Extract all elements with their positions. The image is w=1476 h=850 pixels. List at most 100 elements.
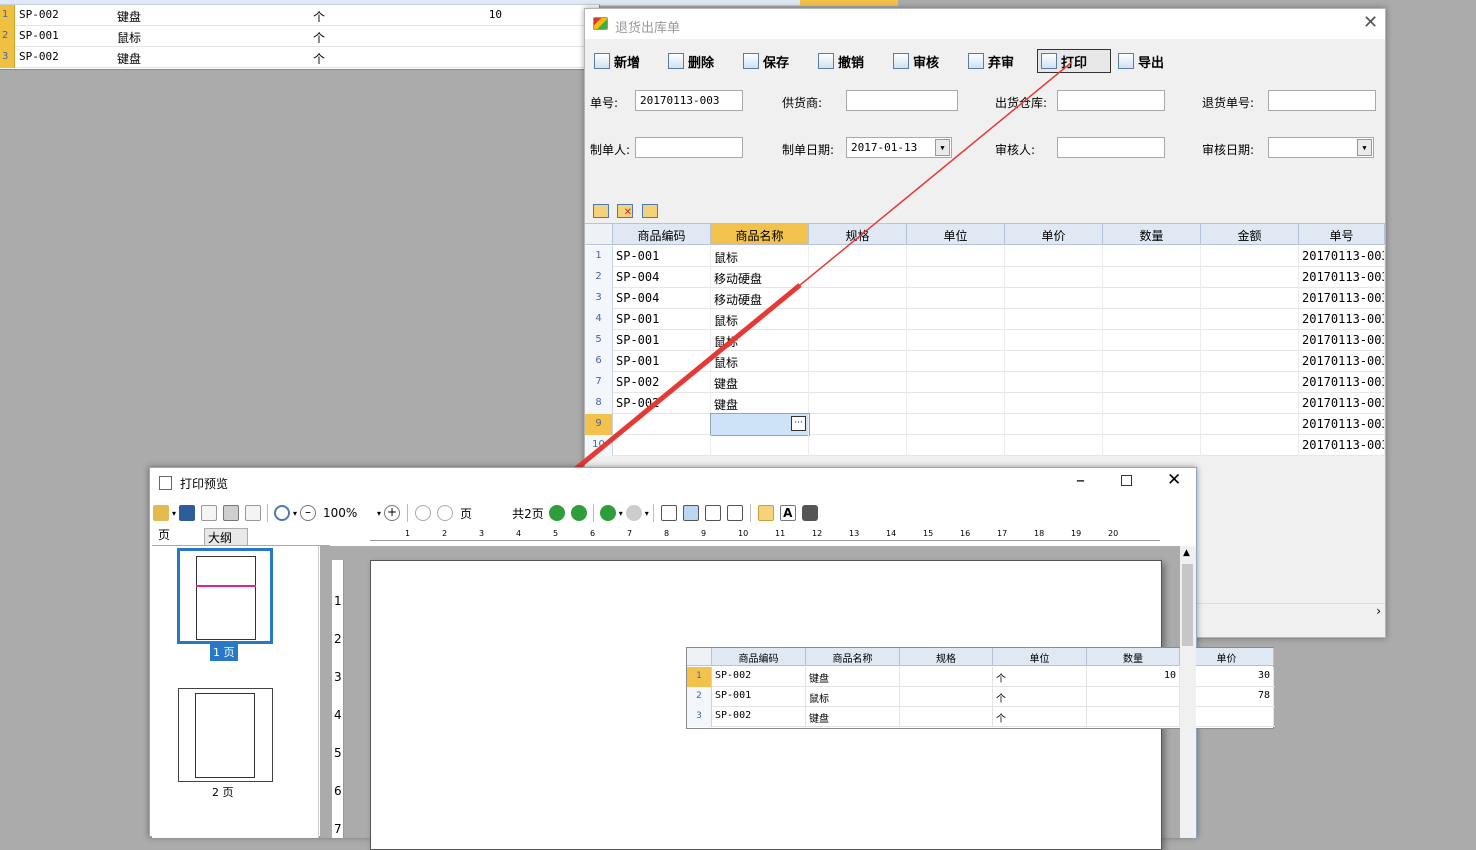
preview-titlebar: 打印预览 – ✕	[150, 468, 1196, 498]
zoom-in-icon[interactable]	[274, 505, 291, 521]
total-pages: 共2页	[512, 506, 544, 521]
ruler-number: 1	[405, 529, 411, 538]
zoom-out-icon[interactable]: –	[300, 505, 317, 521]
ruler-number: 5	[334, 746, 342, 760]
page-setup-icon[interactable]	[245, 505, 262, 521]
zoom-value[interactable]: 100%	[323, 506, 377, 520]
new-page-icon[interactable]	[201, 505, 218, 521]
ruler-number: 3	[479, 529, 485, 538]
preview-document-icon	[159, 476, 172, 490]
thumbnail-panel[interactable]: 1 页 2 页	[152, 546, 319, 838]
ruler-number: 4	[334, 708, 342, 722]
ruler-number: 6	[334, 784, 342, 798]
cell-name: 键盘	[806, 707, 900, 727]
chevron-down-icon[interactable]: ▾	[293, 509, 297, 518]
preview-table-header-4: 数量	[1087, 648, 1180, 666]
print-icon[interactable]	[223, 505, 240, 521]
ruler-number: 17	[997, 529, 1008, 538]
navigate-icon[interactable]	[599, 505, 616, 521]
vertical-ruler: 1234567	[332, 560, 344, 838]
horizontal-ruler: 1 2 3 4 5 6 7 8 9 10 11 12 13 14 15 16 17 18 19 20	[370, 528, 1160, 541]
ruler-number: 3	[334, 670, 342, 684]
preview-toolbar: ▾ ▾ – 100% ▾ + 页 共2页 ▾ ▾ A	[150, 500, 1196, 526]
ruler-number: 6	[590, 529, 596, 538]
chevron-down-icon[interactable]: ▾	[172, 509, 176, 518]
thumbnail-page-1[interactable]	[177, 548, 273, 644]
navigate-back-icon[interactable]	[625, 505, 642, 521]
chevron-down-icon[interactable]: ▾	[619, 509, 623, 518]
single-page-icon[interactable]	[660, 505, 677, 521]
last-page-icon[interactable]	[570, 505, 587, 521]
text-tool-icon[interactable]: A	[779, 505, 796, 521]
ruler-number: 9	[701, 529, 707, 538]
zoom-add-icon[interactable]: +	[384, 505, 401, 521]
preview-table-header-2: 规格	[900, 648, 993, 666]
sidebar-tabs: 页 大纲	[152, 526, 330, 546]
multi-page-icon[interactable]	[726, 505, 743, 521]
first-page-icon[interactable]	[415, 505, 432, 521]
cell-unit: 个	[993, 687, 1087, 707]
book-view-icon[interactable]	[704, 505, 721, 521]
prev-page-icon[interactable]	[437, 505, 454, 521]
page-number-input[interactable]	[476, 504, 510, 522]
close-icon[interactable]: ✕	[1167, 470, 1181, 490]
thumbnail-label-1: 1 页	[210, 643, 238, 661]
cell-name: 键盘	[806, 667, 900, 687]
cell-unit: 个	[993, 707, 1087, 727]
cell-qty	[1087, 707, 1180, 727]
ruler-number: 4	[516, 529, 522, 538]
ruler-number: 1	[334, 594, 342, 608]
ruler-number: 20	[1108, 529, 1119, 538]
cell-qty	[1087, 687, 1180, 707]
ruler-number: 18	[1034, 529, 1045, 538]
tab-outline[interactable]: 大纲	[204, 528, 248, 546]
ruler-number: 12	[812, 529, 823, 538]
vertical-scrollbar[interactable]: ▲	[1180, 546, 1196, 838]
cell-spec	[900, 687, 993, 707]
tab-pages[interactable]: 页	[158, 526, 170, 543]
preview-table-corner	[687, 648, 712, 666]
chevron-down-icon[interactable]: ▾	[645, 509, 649, 518]
ruler-number: 11	[775, 529, 786, 538]
cell-code: SP-002	[712, 667, 806, 687]
ruler-number: 15	[923, 529, 934, 538]
cell-qty: 10	[1087, 667, 1180, 687]
cell-name: 鼠标	[806, 687, 900, 707]
ruler-number: 13	[849, 529, 860, 538]
hand-tool-icon[interactable]	[757, 505, 774, 521]
ruler-number: 8	[664, 529, 670, 538]
page-label: 页	[460, 506, 473, 521]
preview-table-header-1: 商品名称	[806, 648, 900, 666]
ruler-number: 19	[1071, 529, 1082, 538]
ruler-number: 5	[553, 529, 559, 538]
next-page-icon[interactable]	[548, 505, 565, 521]
save-icon[interactable]	[179, 505, 196, 521]
open-icon[interactable]	[153, 505, 169, 521]
find-icon[interactable]	[801, 505, 818, 521]
cell-spec	[900, 667, 993, 687]
preview-title: 打印预览	[180, 477, 229, 491]
minimize-icon[interactable]: –	[1076, 470, 1085, 491]
preview-table-header-3: 单位	[993, 648, 1087, 666]
ruler-number: 2	[442, 529, 448, 538]
preview-page: 商品编码 商品名称 规格 单位 数量 单价 1 SP-002 键盘 个 10 30 2 S…	[370, 560, 1275, 850]
row-number: 2	[687, 687, 712, 707]
chevron-down-icon[interactable]: ▾	[377, 509, 381, 518]
row-number: 1	[687, 667, 712, 687]
thumbnail-label-2: 2 页	[212, 786, 234, 799]
cell-unit: 个	[993, 667, 1087, 687]
maximize-icon[interactable]	[1121, 475, 1132, 486]
cell-spec	[900, 707, 993, 727]
ruler-number: 16	[960, 529, 971, 538]
ruler-number: 14	[886, 529, 897, 538]
thumbnail-page-2[interactable]	[178, 688, 273, 782]
cell-code: SP-002	[712, 707, 806, 727]
ruler-number: 10	[738, 529, 749, 538]
ruler-number: 7	[627, 529, 633, 538]
print-preview-window: 打印预览 – ✕ ▾ ▾ – 100% ▾ + 页 共2页 ▾ ▾ A 页 大纲…	[149, 467, 1275, 850]
two-page-icon[interactable]	[682, 505, 699, 521]
row-number: 3	[687, 707, 712, 727]
cell-code: SP-001	[712, 687, 806, 707]
preview-table-header-0: 商品编码	[712, 648, 806, 666]
ruler-number: 2	[334, 632, 342, 646]
